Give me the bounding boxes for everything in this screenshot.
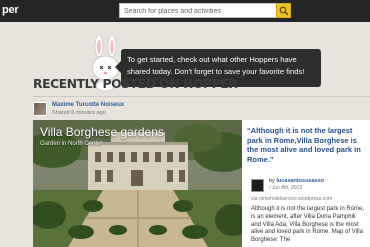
user-avatar[interactable] xyxy=(251,179,264,192)
post-details: “Although it is not the largest park in … xyxy=(242,120,370,247)
by-user-link[interactable]: lucasantosusasso xyxy=(276,178,324,184)
post-date: / Jun 8th, 2013 xyxy=(269,185,303,191)
page-title: RECENTLY POSTED ON HOPPER xyxy=(33,77,238,91)
post-photo[interactable]: Villa Borghese gardens Garden in North C… xyxy=(33,120,242,247)
post-excerpt: Although it is not the largest park in R… xyxy=(251,206,365,244)
by-line: by lucasantosusasso xyxy=(269,178,324,184)
welcome-notice: To get started, check out what other Hop… xyxy=(0,22,370,92)
source-link[interactable]: via romehotelservice.wordpress.com xyxy=(251,196,332,202)
shared-time: Shared 6 minutes ago xyxy=(52,110,106,116)
search-button[interactable] xyxy=(276,3,291,18)
divider xyxy=(33,96,370,97)
photo-subtitle: Garden in North Center xyxy=(40,141,103,147)
search-icon xyxy=(279,6,289,16)
villa-photo xyxy=(33,120,242,247)
photo-title[interactable]: Villa Borghese gardens xyxy=(40,125,164,139)
post-quote[interactable]: “Although it is not the largest park in … xyxy=(247,126,368,164)
by-prefix: by xyxy=(269,178,275,184)
notice-text: To get started, check out what other Hop… xyxy=(127,55,305,76)
search-box xyxy=(119,3,291,18)
avatar[interactable] xyxy=(33,102,47,116)
logo[interactable]: per xyxy=(2,4,19,16)
author-link[interactable]: Maxime Turcotte Noiseux xyxy=(52,102,124,108)
search-input[interactable] xyxy=(124,5,274,17)
top-bar: per xyxy=(0,0,370,22)
